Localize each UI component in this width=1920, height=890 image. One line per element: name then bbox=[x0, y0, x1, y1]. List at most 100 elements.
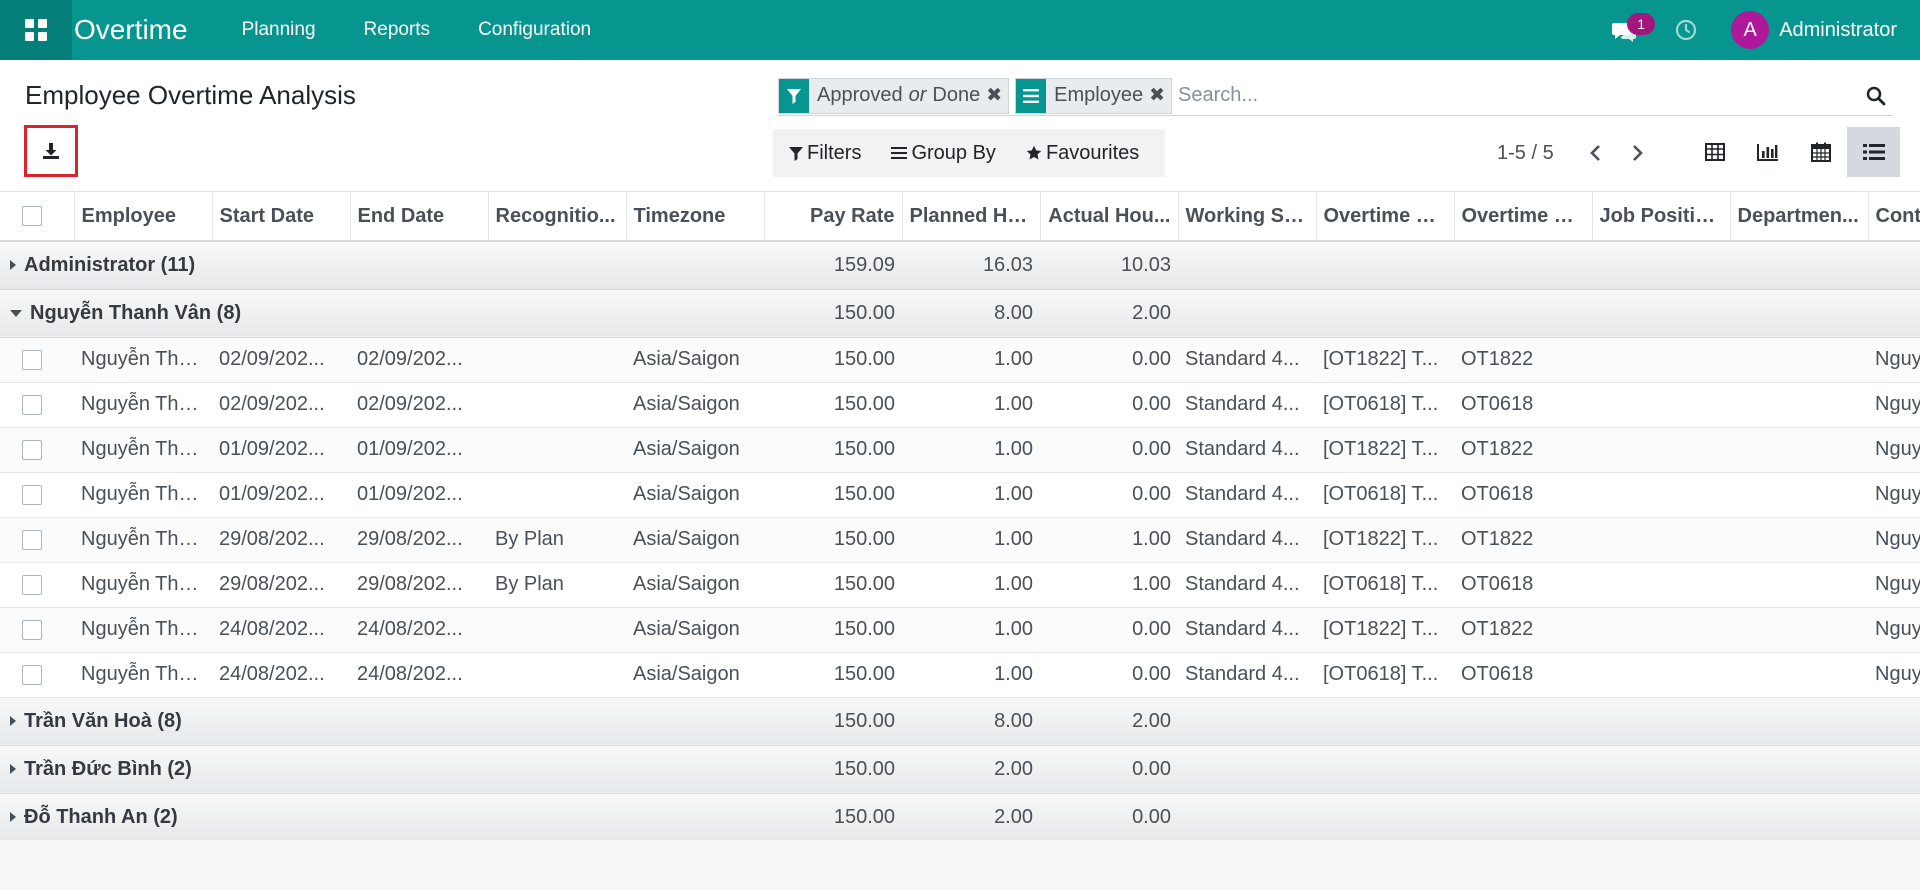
column-header[interactable]: Departmen... bbox=[1730, 192, 1869, 242]
column-header[interactable]: Working Sc... bbox=[1178, 192, 1317, 242]
column-header[interactable]: Actual Hou... bbox=[1040, 192, 1179, 242]
cell-ot-rule: [OT0618] T... bbox=[1316, 652, 1454, 698]
table-row[interactable]: Nguyễn Tha... 29/08/202... 29/08/202... By … bbox=[0, 562, 1920, 608]
group-row[interactable]: Đỗ Thanh An (2) 150.00 2.00 0.00 bbox=[0, 793, 1920, 840]
row-checkbox[interactable] bbox=[22, 619, 42, 640]
cell-employee: Nguyễn Tha... bbox=[74, 472, 212, 518]
menu-configuration[interactable]: Configuration bbox=[454, 19, 615, 41]
group-row[interactable]: Nguyễn Thanh Vân (8) 150.00 8.00 2.00 bbox=[0, 289, 1920, 338]
group-filler bbox=[1178, 289, 1920, 338]
view-switcher bbox=[1688, 127, 1900, 177]
row-checkbox[interactable] bbox=[22, 349, 42, 370]
cell-schedule: Standard 4... bbox=[1178, 652, 1316, 698]
search-facet-filter: Approved or Done ✖ bbox=[778, 77, 1010, 114]
messaging-button[interactable]: 1 bbox=[1611, 13, 1656, 45]
cell-actual: 1.00 bbox=[1040, 517, 1178, 563]
pager-previous-button[interactable] bbox=[1582, 138, 1608, 168]
bars-icon bbox=[891, 147, 908, 159]
column-header[interactable]: Start Date bbox=[212, 192, 351, 242]
table-row[interactable]: Nguyễn Tha... 02/09/202... 02/09/202... Asi… bbox=[0, 337, 1920, 383]
cell-ot-code: OT1822 bbox=[1454, 337, 1592, 383]
pivot-view-button[interactable] bbox=[1688, 127, 1741, 177]
table-row[interactable]: Nguyễn Tha... 02/09/202... 02/09/202... Asi… bbox=[0, 382, 1920, 428]
pager-next-button[interactable] bbox=[1625, 138, 1651, 168]
favourites-button[interactable]: Favourites bbox=[1026, 142, 1139, 165]
group-aggregate-planned: 2.00 bbox=[902, 793, 1040, 840]
table-row[interactable]: Nguyễn Tha... 29/08/202... 29/08/202... By … bbox=[0, 517, 1920, 563]
column-header[interactable]: Pay Rate bbox=[764, 192, 903, 242]
cell-schedule: Standard 4... bbox=[1178, 562, 1316, 608]
cell-department bbox=[1730, 382, 1868, 428]
select-all-checkbox[interactable] bbox=[22, 206, 42, 227]
cell-end: 01/09/202... bbox=[350, 472, 488, 518]
cell-department bbox=[1730, 472, 1868, 518]
facet-separator: or bbox=[908, 84, 927, 106]
group-label-cell: Đỗ Thanh An (2) bbox=[0, 793, 764, 840]
column-header[interactable]: Recognitio... bbox=[488, 192, 627, 242]
group-row[interactable]: Administrator (11) 159.09 16.03 10.03 bbox=[0, 241, 1920, 290]
facet-value-employee: Employee bbox=[1054, 84, 1144, 106]
cell-timezone: Asia/Saigon bbox=[626, 382, 764, 428]
search-input[interactable] bbox=[1178, 77, 1859, 114]
pivot-view-icon bbox=[1704, 143, 1725, 161]
group-row[interactable]: Trần Văn Hoà (8) 150.00 8.00 2.00 bbox=[0, 697, 1920, 746]
group-aggregate-planned: 2.00 bbox=[902, 745, 1040, 794]
group-row[interactable]: Trần Đức Bình (2) 150.00 2.00 0.00 bbox=[0, 745, 1920, 794]
column-header[interactable]: Overtime R... bbox=[1454, 192, 1593, 242]
table-row[interactable]: Nguyễn Tha... 24/08/202... 24/08/202... Asi… bbox=[0, 652, 1920, 698]
cell-recognition bbox=[488, 427, 626, 473]
filters-button[interactable]: Filters bbox=[789, 142, 861, 165]
search-icon[interactable] bbox=[1859, 79, 1893, 113]
table-row[interactable]: Nguyễn Tha... 01/09/202... 01/09/202... Asi… bbox=[0, 472, 1920, 518]
caret-down-icon bbox=[10, 309, 22, 317]
cell-planned: 1.00 bbox=[902, 607, 1040, 653]
download-xlsx-button[interactable] bbox=[24, 125, 78, 177]
activity-button[interactable] bbox=[1671, 15, 1701, 45]
cell-recognition bbox=[488, 472, 626, 518]
apps-menu-button[interactable] bbox=[0, 0, 72, 60]
list-view-button[interactable] bbox=[1847, 127, 1900, 177]
graph-view-button[interactable] bbox=[1741, 127, 1794, 177]
row-checkbox[interactable] bbox=[22, 439, 42, 460]
cell-ot-code: OT0618 bbox=[1454, 652, 1592, 698]
control-panel: Employee Overtime Analysis Approved or D… bbox=[0, 60, 1920, 192]
row-select-cell bbox=[0, 562, 74, 608]
menu-planning[interactable]: Planning bbox=[218, 19, 340, 41]
column-header[interactable]: End Date bbox=[350, 192, 489, 242]
calendar-view-button[interactable] bbox=[1794, 127, 1847, 177]
cell-end: 02/09/202... bbox=[350, 337, 488, 383]
group-by-icon bbox=[1016, 78, 1047, 113]
group-by-button[interactable]: Group By bbox=[891, 142, 996, 165]
user-menu[interactable]: A Administrator bbox=[1731, 11, 1897, 49]
cell-start: 29/08/202... bbox=[212, 517, 350, 563]
cell-ot-code: OT1822 bbox=[1454, 427, 1592, 473]
column-header[interactable]: Overtime R... bbox=[1316, 192, 1455, 242]
menu-reports[interactable]: Reports bbox=[340, 19, 455, 41]
cell-end: 01/09/202... bbox=[350, 427, 488, 473]
column-header[interactable]: Employee bbox=[74, 192, 213, 242]
facet-remove-icon[interactable]: ✖ bbox=[986, 79, 1008, 113]
row-checkbox[interactable] bbox=[22, 394, 42, 415]
cell-schedule: Standard 4... bbox=[1178, 607, 1316, 653]
column-header[interactable]: Planned Ho... bbox=[902, 192, 1041, 242]
row-select-cell bbox=[0, 652, 74, 698]
column-header[interactable]: Timezone bbox=[626, 192, 765, 242]
filters-label: Filters bbox=[807, 141, 862, 164]
group-label: Trần Văn Hoà (8) bbox=[24, 709, 182, 732]
row-checkbox[interactable] bbox=[22, 664, 42, 685]
table-row[interactable]: Nguyễn Tha... 01/09/202... 01/09/202... Asi… bbox=[0, 427, 1920, 473]
cell-ot-rule: [OT1822] T... bbox=[1316, 517, 1454, 563]
table-header: Employee Start Date End Date Recognitio.… bbox=[0, 192, 1920, 242]
table-row[interactable]: Nguyễn Tha... 24/08/202... 24/08/202... Asi… bbox=[0, 607, 1920, 653]
row-checkbox[interactable] bbox=[22, 574, 42, 595]
facet-remove-icon[interactable]: ✖ bbox=[1149, 79, 1171, 113]
cell-employee: Nguyễn Tha... bbox=[74, 337, 212, 383]
row-checkbox[interactable] bbox=[22, 484, 42, 505]
cell-actual: 0.00 bbox=[1040, 472, 1178, 518]
group-aggregate-planned: 8.00 bbox=[902, 289, 1040, 338]
column-header[interactable]: Job Positio... bbox=[1592, 192, 1731, 242]
row-checkbox[interactable] bbox=[22, 529, 42, 550]
app-title[interactable]: Overtime bbox=[74, 14, 188, 46]
pager-value[interactable]: 1-5 / 5 bbox=[1497, 142, 1554, 165]
column-header[interactable]: Contra bbox=[1868, 192, 1920, 242]
